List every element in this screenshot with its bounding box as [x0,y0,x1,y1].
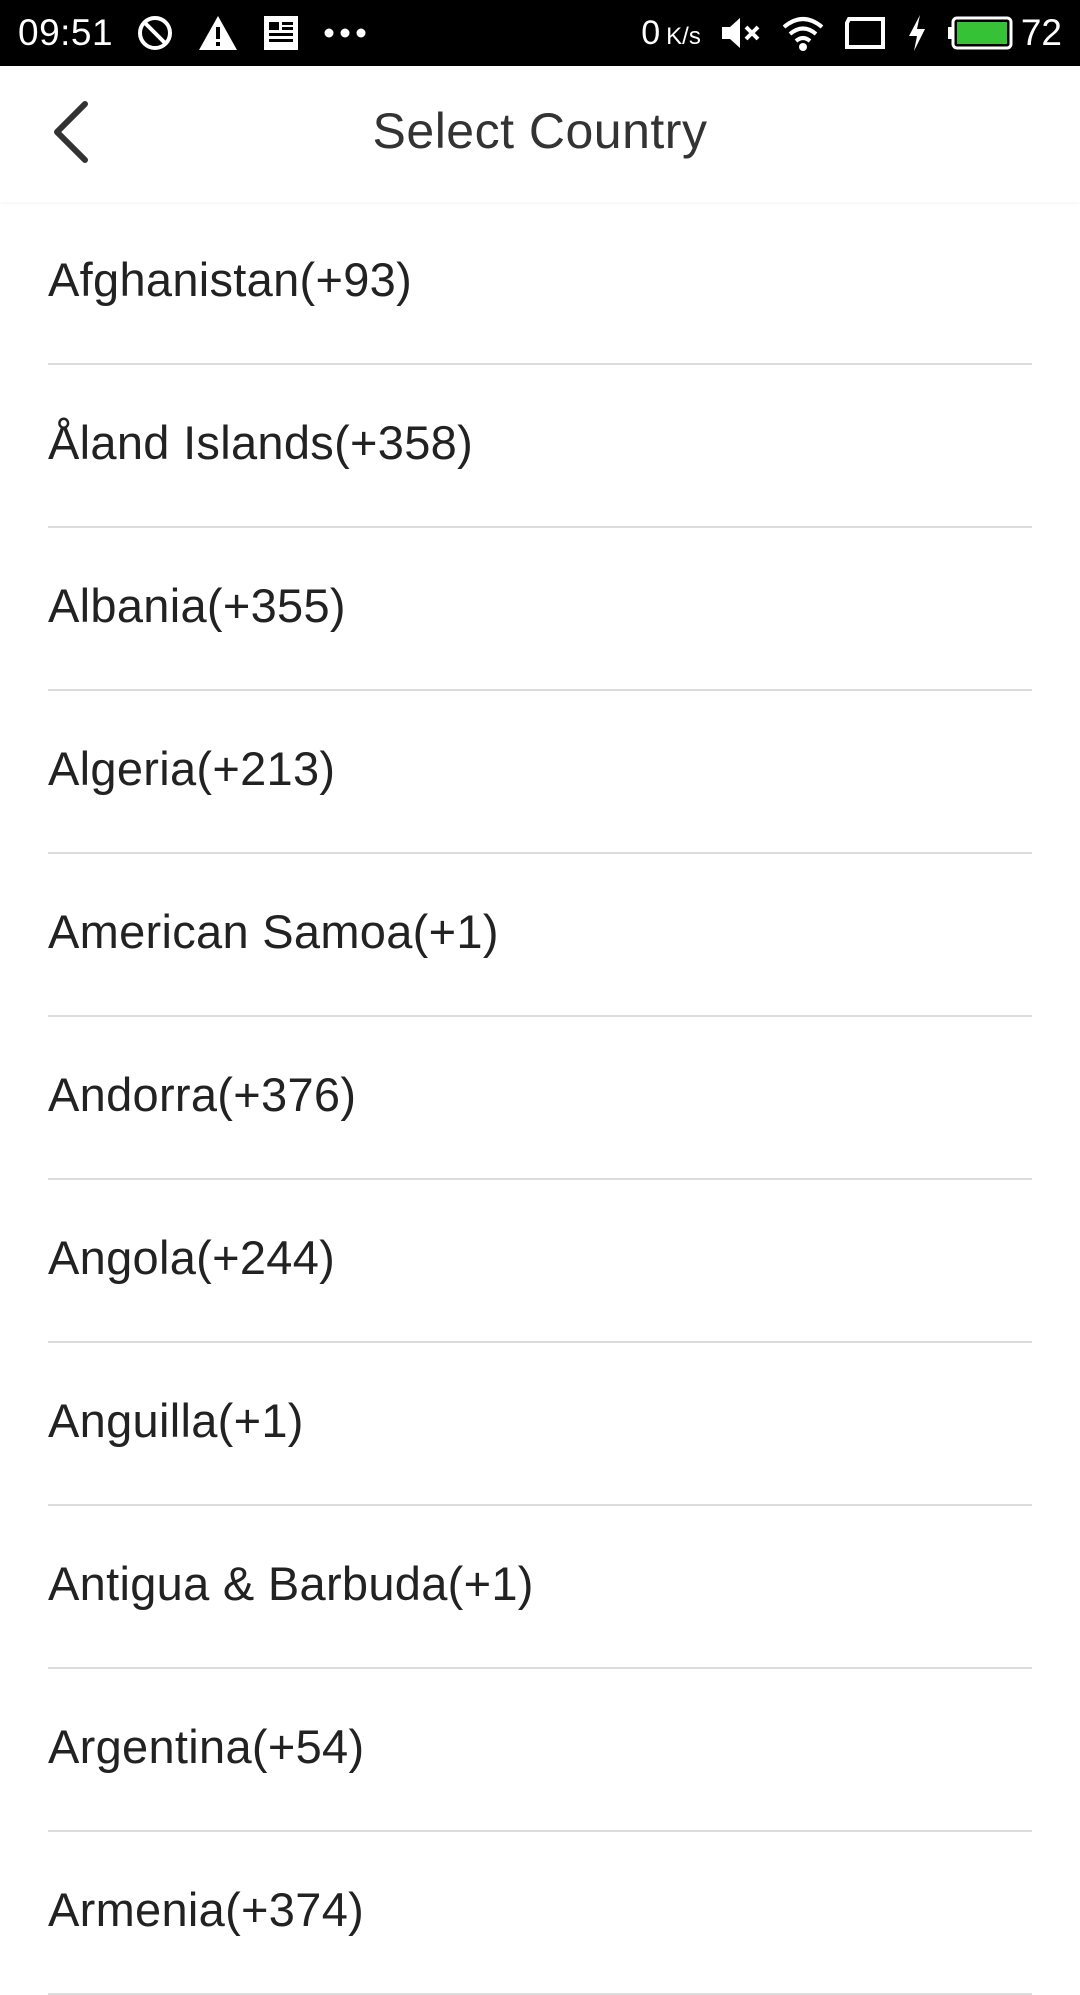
country-label: Algeria(+213) [48,742,336,795]
page-title: Select Country [372,103,708,159]
list-item[interactable]: Åland Islands(+358) [48,365,1032,528]
wifi-icon [781,13,825,53]
do-not-disturb-icon [135,13,175,53]
country-label: Albania(+355) [48,579,346,632]
country-label: Angola(+244) [48,1231,336,1284]
status-bar-right: 0 K/s 72 [623,12,1062,54]
list-item[interactable]: Armenia(+374) [48,1832,1032,1995]
country-label: Åland Islands(+358) [48,416,474,469]
list-item[interactable]: Antigua & Barbuda(+1) [48,1506,1032,1669]
charging-icon [905,13,929,53]
country-label: Afghanistan(+93) [48,253,413,306]
status-time: 09:51 [18,12,114,53]
list-item[interactable]: American Samoa(+1) [48,854,1032,1017]
list-item[interactable]: Anguilla(+1) [48,1343,1032,1506]
battery-icon [947,15,1013,51]
list-item[interactable]: Algeria(+213) [48,691,1032,854]
network-speed-unit: K/s [666,22,701,50]
status-bar: 09:51 0 K/s 72 [0,0,1080,66]
battery-percent: 72 [1020,12,1062,53]
network-speed: 0 K/s [641,14,701,53]
country-label: Argentina(+54) [48,1720,365,1773]
list-item[interactable]: Angola(+244) [48,1180,1032,1343]
list-item[interactable]: Argentina(+54) [48,1669,1032,1832]
country-label: Andorra(+376) [48,1068,357,1121]
more-dots-icon [323,27,367,39]
screen-icon [843,15,887,51]
mute-icon [719,13,763,53]
news-icon [261,13,301,53]
app-header: Select Country [0,66,1080,202]
country-label: Armenia(+374) [48,1883,365,1936]
country-label: American Samoa(+1) [48,905,499,958]
list-item[interactable]: Andorra(+376) [48,1017,1032,1180]
list-item[interactable]: Albania(+355) [48,528,1032,691]
country-label: Antigua & Barbuda(+1) [48,1557,534,1610]
country-list: Afghanistan(+93) Åland Islands(+358) Alban… [0,202,1080,1995]
network-speed-value: 0 [641,13,661,52]
status-bar-left: 09:51 [18,12,389,54]
warning-icon [197,13,239,53]
list-item[interactable]: Afghanistan(+93) [48,202,1032,365]
country-label: Anguilla(+1) [48,1394,304,1447]
